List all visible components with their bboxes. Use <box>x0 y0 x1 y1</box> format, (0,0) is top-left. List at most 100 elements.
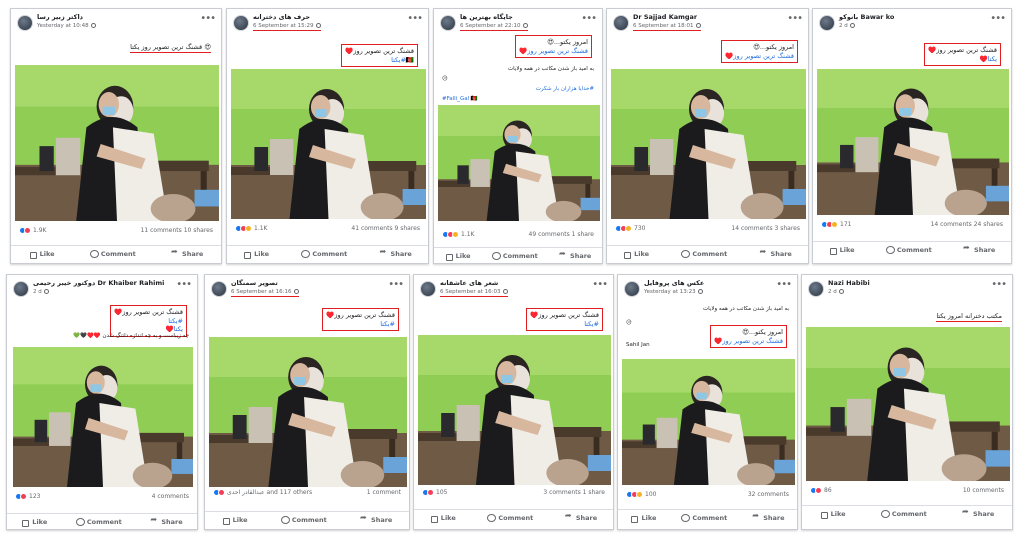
page-name[interactable]: دوکتور خیبر رحیمی Dr Khaiber Rahimi <box>33 279 164 287</box>
post-timestamp[interactable]: 2 d <box>33 289 49 295</box>
page-name[interactable]: Dr Sajjad Kamgar <box>633 13 697 21</box>
post-timestamp[interactable]: 2 d <box>828 289 844 295</box>
page-name[interactable]: داکتر زبیر رسا <box>37 13 83 21</box>
like-button[interactable]: Like <box>243 250 269 259</box>
page-name[interactable]: عکس های پروفایل <box>644 279 704 287</box>
comment-count[interactable]: 49 comments <box>529 231 570 238</box>
avatar[interactable] <box>233 15 249 31</box>
share-button[interactable]: Share <box>760 247 792 258</box>
post-photo[interactable] <box>209 337 407 487</box>
post-timestamp[interactable]: 6 September at 16:03 <box>440 289 508 297</box>
more-options-icon[interactable]: ••• <box>581 13 597 24</box>
page-name[interactable]: حرف های دخترانه <box>253 13 310 21</box>
share-count[interactable]: 10 shares <box>184 227 213 234</box>
comment-count[interactable]: 3 comments <box>543 489 580 496</box>
comment-button[interactable]: Comment <box>681 514 727 522</box>
post-photo[interactable] <box>611 69 806 219</box>
like-button[interactable]: Like <box>623 250 649 259</box>
post-photo[interactable] <box>438 105 600 221</box>
post-timestamp[interactable]: Yesterday at 13:23 <box>644 289 703 295</box>
avatar[interactable] <box>819 15 835 31</box>
avatar[interactable] <box>613 15 629 31</box>
more-options-icon[interactable]: ••• <box>991 279 1007 290</box>
reaction-summary[interactable]: 1.9K <box>19 227 46 234</box>
share-count[interactable]: 24 shares <box>974 221 1003 228</box>
reaction-summary[interactable]: 100 <box>626 491 656 498</box>
comment-count[interactable]: 10 comments <box>963 487 1004 494</box>
like-button[interactable]: Like <box>430 514 456 523</box>
reaction-summary[interactable]: 105 <box>422 489 447 496</box>
comment-button[interactable]: Comment <box>89 250 136 258</box>
avatar[interactable] <box>624 281 640 297</box>
reaction-summary[interactable]: 1.1K <box>442 231 474 238</box>
share-button[interactable]: Share <box>150 515 182 526</box>
share-button[interactable]: Share <box>171 247 203 258</box>
more-options-icon[interactable]: ••• <box>176 279 192 290</box>
comment-count[interactable]: 14 comments <box>931 221 972 228</box>
share-count[interactable]: 1 share <box>583 489 605 496</box>
post-photo[interactable] <box>622 359 795 485</box>
reaction-summary[interactable]: عبدالقادر احدی and 117 others <box>213 489 312 496</box>
share-button[interactable]: Share <box>360 513 392 524</box>
post-timestamp[interactable]: 2 d <box>839 23 855 29</box>
comment-count[interactable]: 11 comments <box>141 227 182 234</box>
post-photo[interactable] <box>806 327 1010 481</box>
post-timestamp[interactable]: 6 September at 22:10 <box>460 23 528 31</box>
avatar[interactable] <box>13 281 29 297</box>
post-text-line[interactable]: #Falli_Gal 🇦🇫 <box>442 95 478 103</box>
share-button[interactable]: Share <box>752 511 784 522</box>
comment-button[interactable]: Comment <box>301 250 347 258</box>
like-button[interactable]: Like <box>21 518 47 527</box>
post-timestamp[interactable]: 6 September at 16:16 <box>231 289 299 297</box>
avatar[interactable] <box>17 15 33 31</box>
like-button[interactable]: Like <box>445 252 471 261</box>
comment-count[interactable]: 14 comments <box>731 225 772 232</box>
reaction-summary[interactable]: 123 <box>15 493 40 500</box>
share-button[interactable]: Share <box>380 247 412 258</box>
post-photo[interactable] <box>817 69 1009 215</box>
share-button[interactable]: Share <box>559 249 591 260</box>
more-options-icon[interactable]: ••• <box>787 13 803 24</box>
comment-count[interactable]: 1 comment <box>367 489 401 496</box>
more-options-icon[interactable]: ••• <box>592 279 608 290</box>
avatar[interactable] <box>808 281 824 297</box>
comment-button[interactable]: Comment <box>491 252 538 260</box>
like-button[interactable]: Like <box>29 250 55 259</box>
share-count[interactable]: 9 shares <box>395 225 420 232</box>
more-options-icon[interactable]: ••• <box>388 279 404 290</box>
like-button[interactable]: Like <box>820 510 846 519</box>
comment-button[interactable]: Comment <box>885 246 932 254</box>
page-name[interactable]: Nazi Habibi <box>828 279 870 287</box>
like-button[interactable]: Like <box>630 514 656 523</box>
post-photo[interactable] <box>231 69 426 219</box>
more-options-icon[interactable]: ••• <box>776 279 792 290</box>
reaction-summary[interactable]: 730 <box>615 225 645 232</box>
avatar[interactable] <box>440 15 456 31</box>
share-count[interactable]: 1 share <box>572 231 594 238</box>
page-name[interactable]: بانوکو Bawar ko <box>839 13 894 21</box>
post-timestamp[interactable]: 6 September at 15:29 <box>253 23 321 31</box>
post-photo[interactable] <box>418 335 611 485</box>
more-options-icon[interactable]: ••• <box>990 13 1006 24</box>
reaction-summary[interactable]: 1.1K <box>235 225 267 232</box>
page-name[interactable]: شعر های عاشقانه <box>440 279 498 287</box>
post-photo[interactable] <box>13 347 193 487</box>
post-text-line[interactable]: #خدایا هزاران بار شکرت <box>536 85 594 93</box>
comment-count[interactable]: 4 comments <box>152 493 189 500</box>
comment-button[interactable]: Comment <box>681 250 727 258</box>
share-button[interactable]: Share <box>963 243 995 254</box>
reaction-summary[interactable]: 171 <box>821 221 851 228</box>
post-timestamp[interactable]: Yesterday at 10:48 <box>37 23 96 29</box>
share-button[interactable]: Share <box>565 511 597 522</box>
more-options-icon[interactable]: ••• <box>407 13 423 24</box>
comment-count[interactable]: 41 comments <box>351 225 392 232</box>
comment-button[interactable]: Comment <box>880 510 927 518</box>
like-button[interactable]: Like <box>829 246 855 255</box>
post-photo[interactable] <box>15 65 219 221</box>
like-button[interactable]: Like <box>222 516 248 525</box>
reaction-summary[interactable]: 86 <box>810 487 832 494</box>
post-timestamp[interactable]: 6 September at 18:01 <box>633 23 701 31</box>
share-button[interactable]: Share <box>962 507 994 518</box>
comment-button[interactable]: Comment <box>280 516 327 524</box>
comment-count[interactable]: 32 comments <box>748 491 789 498</box>
